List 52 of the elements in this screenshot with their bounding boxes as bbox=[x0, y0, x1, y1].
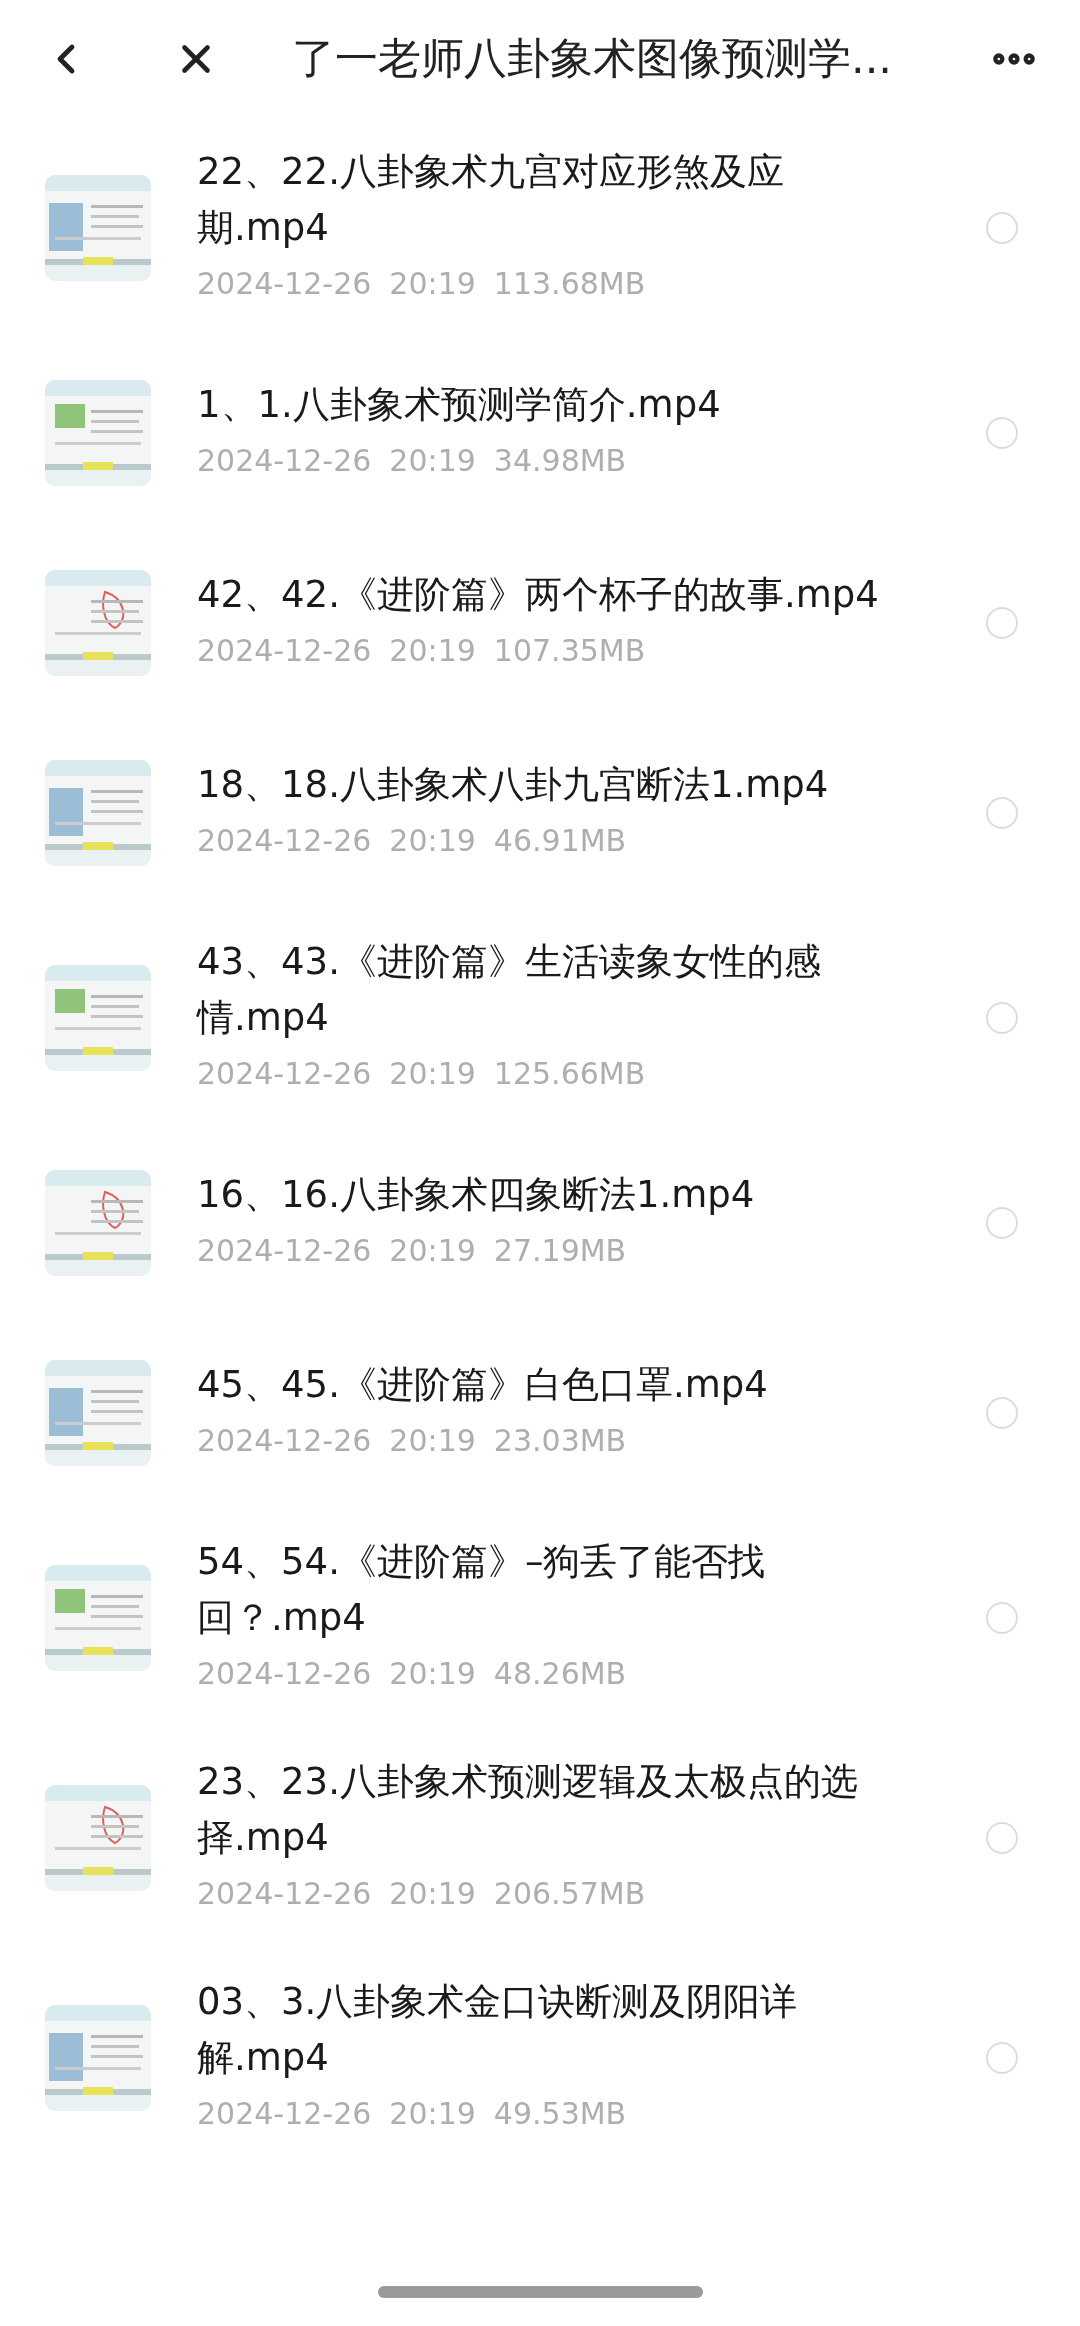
file-name[interactable]: 03、3.八卦象术金口诀断测及阴阳详 解.mp4 bbox=[197, 1974, 986, 2086]
file-date: 2024-12-26 bbox=[197, 1875, 372, 1913]
file-size: 125.66MB bbox=[493, 1055, 646, 1093]
file-date: 2024-12-26 bbox=[197, 632, 372, 670]
file-date: 2024-12-26 bbox=[197, 822, 372, 860]
file-time: 20:19 bbox=[389, 442, 476, 480]
select-radio[interactable] bbox=[986, 212, 1018, 244]
file-name[interactable]: 1、1.八卦象术预测学简介.mp4 bbox=[197, 377, 986, 433]
select-radio[interactable] bbox=[986, 1397, 1018, 1429]
file-date: 2024-12-26 bbox=[197, 265, 372, 303]
file-name[interactable]: 16、16.八卦象术四象断法1.mp4 bbox=[197, 1167, 986, 1223]
file-name[interactable]: 42、42.《进阶篇》两个杯子的故事.mp4 bbox=[197, 567, 986, 623]
file-size: 48.26MB bbox=[493, 1655, 627, 1693]
file-size: 46.91MB bbox=[493, 822, 627, 860]
select-radio[interactable] bbox=[986, 417, 1018, 449]
file-date: 2024-12-26 bbox=[197, 1232, 372, 1270]
select-radio[interactable] bbox=[986, 1602, 1018, 1634]
file-size: 49.53MB bbox=[493, 2095, 627, 2133]
file-date: 2024-12-26 bbox=[197, 1055, 372, 1093]
file-date: 2024-12-26 bbox=[197, 2095, 372, 2133]
file-time: 20:19 bbox=[389, 822, 476, 860]
file-size: 23.03MB bbox=[493, 1422, 627, 1460]
select-radio[interactable] bbox=[986, 797, 1018, 829]
file-time: 20:19 bbox=[389, 1655, 476, 1693]
file-size: 34.98MB bbox=[493, 442, 627, 480]
file-name[interactable]: 18、18.八卦象术八卦九宫断法1.mp4 bbox=[197, 757, 986, 813]
file-name[interactable]: 54、54.《进阶篇》–狗丢了能否找 回？.mp4 bbox=[197, 1534, 986, 1646]
select-radio[interactable] bbox=[986, 607, 1018, 639]
file-name[interactable]: 43、43.《进阶篇》生活读象女性的感 情.mp4 bbox=[197, 934, 986, 1046]
file-name[interactable]: 45、45.《进阶篇》白色口罩.mp4 bbox=[197, 1357, 986, 1413]
select-radio[interactable] bbox=[986, 1002, 1018, 1034]
file-time: 20:19 bbox=[389, 265, 476, 303]
page-title: 了一老师八卦象术图像预测学... bbox=[292, 32, 893, 85]
file-time: 20:19 bbox=[389, 1422, 476, 1460]
file-time: 20:19 bbox=[389, 1875, 476, 1913]
file-date: 2024-12-26 bbox=[197, 442, 372, 480]
file-size: 27.19MB bbox=[493, 1232, 627, 1270]
select-radio[interactable] bbox=[986, 1207, 1018, 1239]
file-date: 2024-12-26 bbox=[197, 1655, 372, 1693]
select-radio[interactable] bbox=[986, 2042, 1018, 2074]
file-time: 20:19 bbox=[389, 632, 476, 670]
file-size: 113.68MB bbox=[493, 265, 646, 303]
home-indicator[interactable] bbox=[377, 2286, 703, 2298]
file-time: 20:19 bbox=[389, 1055, 476, 1093]
file-time: 20:19 bbox=[389, 2095, 476, 2133]
file-name[interactable]: 22、22.八卦象术九宫对应形煞及应 期.mp4 bbox=[197, 144, 986, 256]
file-date: 2024-12-26 bbox=[197, 1422, 372, 1460]
file-name[interactable]: 23、23.八卦象术预测逻辑及太极点的选 择.mp4 bbox=[197, 1754, 986, 1866]
file-size: 206.57MB bbox=[493, 1875, 646, 1913]
select-radio[interactable] bbox=[986, 1822, 1018, 1854]
file-size: 107.35MB bbox=[493, 632, 646, 670]
file-time: 20:19 bbox=[389, 1232, 476, 1270]
